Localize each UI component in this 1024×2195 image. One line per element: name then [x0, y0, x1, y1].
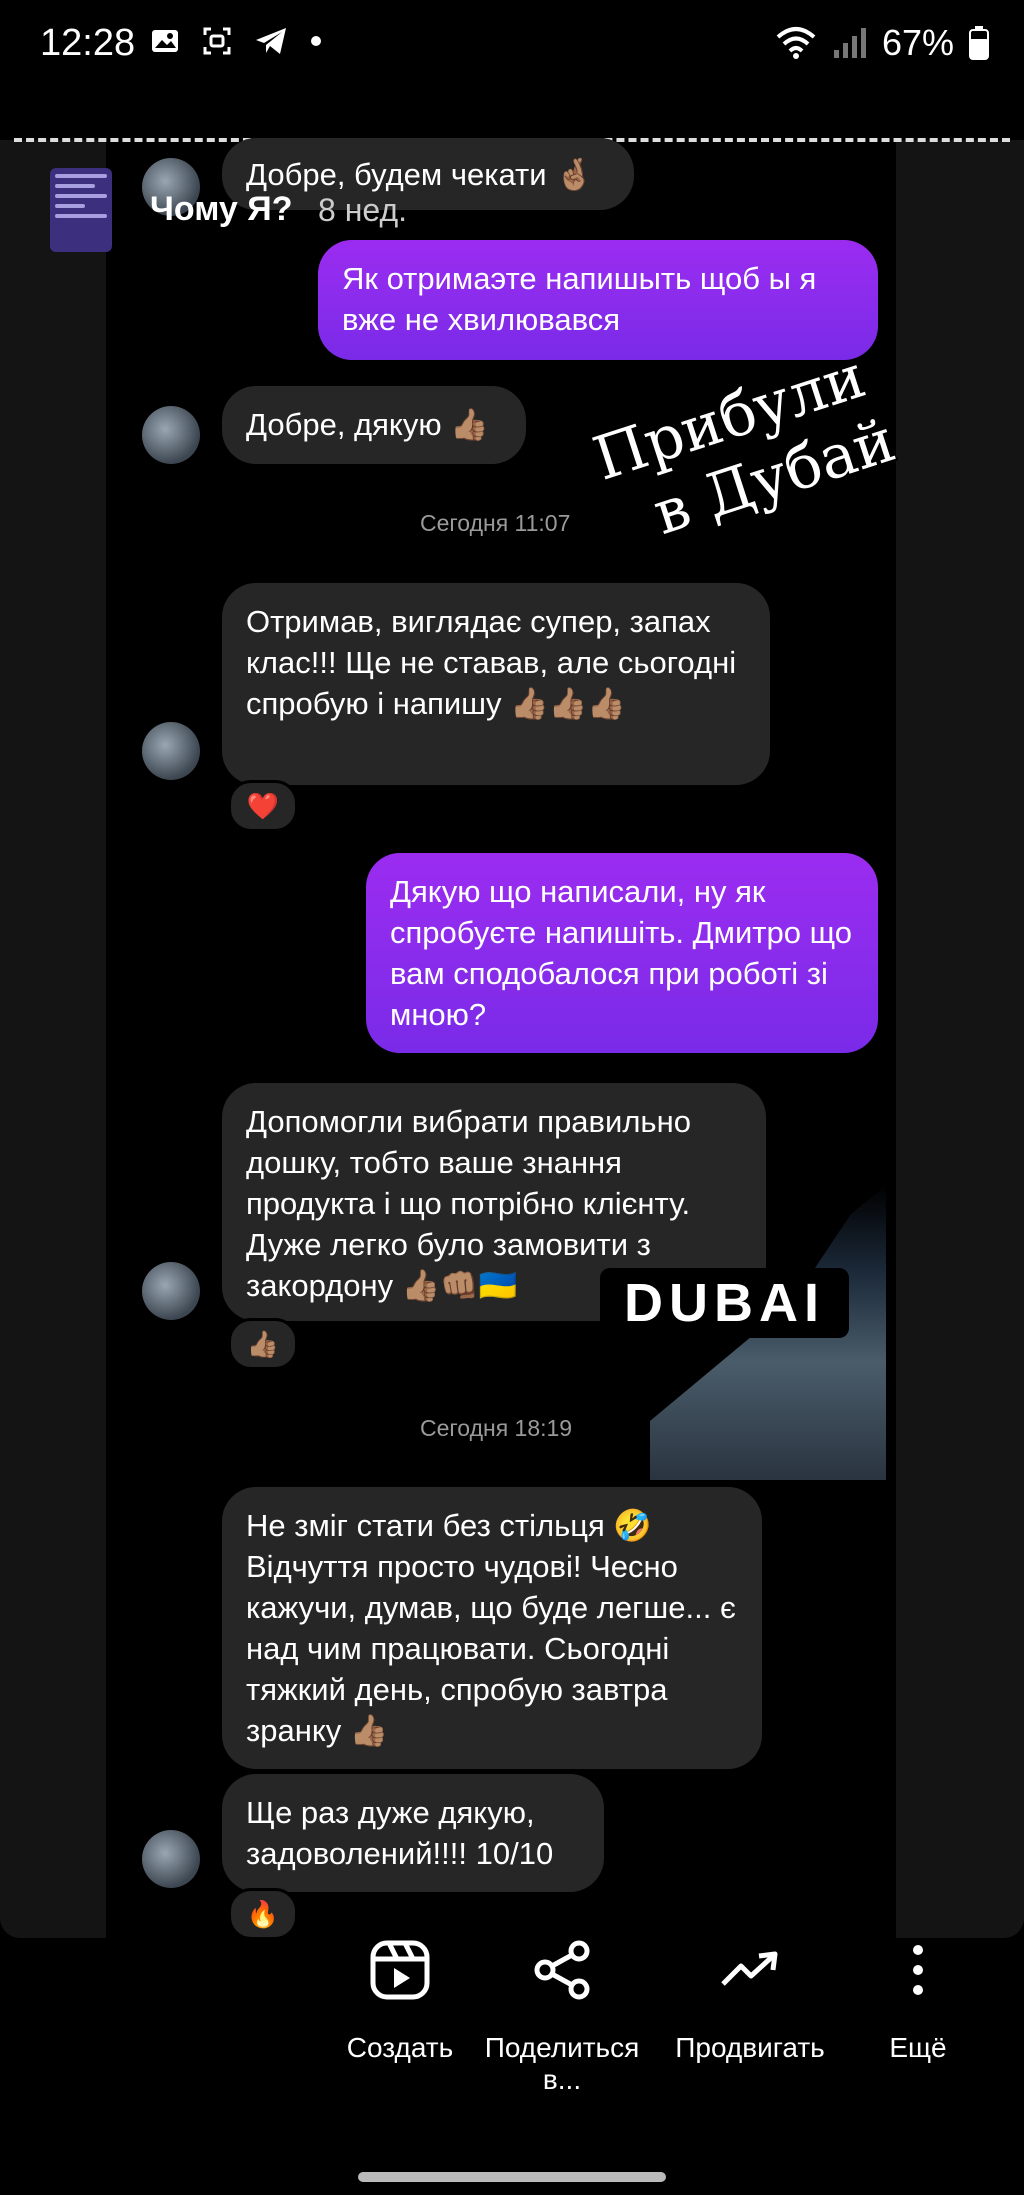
message-bubble-outgoing: Як отримаэте напишыть щоб ы я вже не хви…	[318, 240, 878, 360]
home-indicator[interactable]	[358, 2172, 666, 2182]
message-bubble-incoming: Ще раз дуже дякую, задоволений!!!! 10/10	[222, 1774, 604, 1892]
create-label: Создать	[346, 2032, 454, 2063]
screenshot-icon	[203, 27, 231, 55]
wifi-icon	[776, 27, 816, 59]
message-bubble-incoming: Добре, дякую 👍🏽	[222, 386, 526, 464]
create-button[interactable]: Создать	[330, 1938, 470, 2064]
timestamp: Сегодня 11:07	[420, 510, 571, 536]
message-bubble-incoming: Не зміг стати без стільця 🤣 Відчуття про…	[222, 1487, 762, 1769]
reaction-fire[interactable]: 🔥	[228, 1888, 298, 1940]
trend-up-icon	[721, 1951, 778, 1986]
notification-icons	[150, 26, 322, 56]
contact-avatar	[142, 722, 200, 780]
more-label: Ещё	[889, 2032, 947, 2063]
telegram-icon	[256, 28, 286, 54]
reaction-thumbs-up[interactable]: 👍🏽	[228, 1318, 298, 1370]
promote-label: Продвигать	[675, 2032, 825, 2063]
contact-avatar	[142, 1262, 200, 1320]
story-age: 8 нед.	[318, 192, 408, 228]
dot-icon	[311, 36, 321, 46]
contact-avatar	[142, 1830, 200, 1888]
status-time: 12:28	[40, 22, 136, 64]
battery-icon	[969, 26, 989, 60]
share-label: Поделиться в...	[484, 2032, 640, 2095]
reel-play-icon	[370, 1940, 430, 2000]
status-right: 67%	[774, 22, 990, 64]
more-button[interactable]: Ещё	[870, 1938, 966, 2064]
story-title[interactable]: Чому Я?	[150, 190, 292, 229]
sticker-dubai: DUBAI	[600, 1268, 849, 1338]
promote-button[interactable]: Продвигать	[660, 1938, 840, 2064]
more-vertical-icon	[913, 1945, 923, 1995]
reaction-heart[interactable]: ❤️	[228, 780, 298, 832]
gallery-icon	[152, 30, 178, 52]
share-button[interactable]: Поделиться в...	[478, 1938, 646, 2096]
signal-icon	[833, 28, 866, 58]
message-bubble-outgoing: Дякую що написали, ну як спробуєте напиш…	[366, 853, 878, 1053]
timestamp: Сегодня 18:19	[420, 1415, 573, 1441]
contact-avatar	[142, 406, 200, 464]
share-icon	[534, 1940, 590, 2000]
message-bubble-incoming: Отримав, виглядає супер, запах клас!!! Щ…	[222, 583, 770, 785]
battery-percent: 67%	[881, 22, 954, 63]
story-thumbnail[interactable]	[50, 168, 112, 252]
